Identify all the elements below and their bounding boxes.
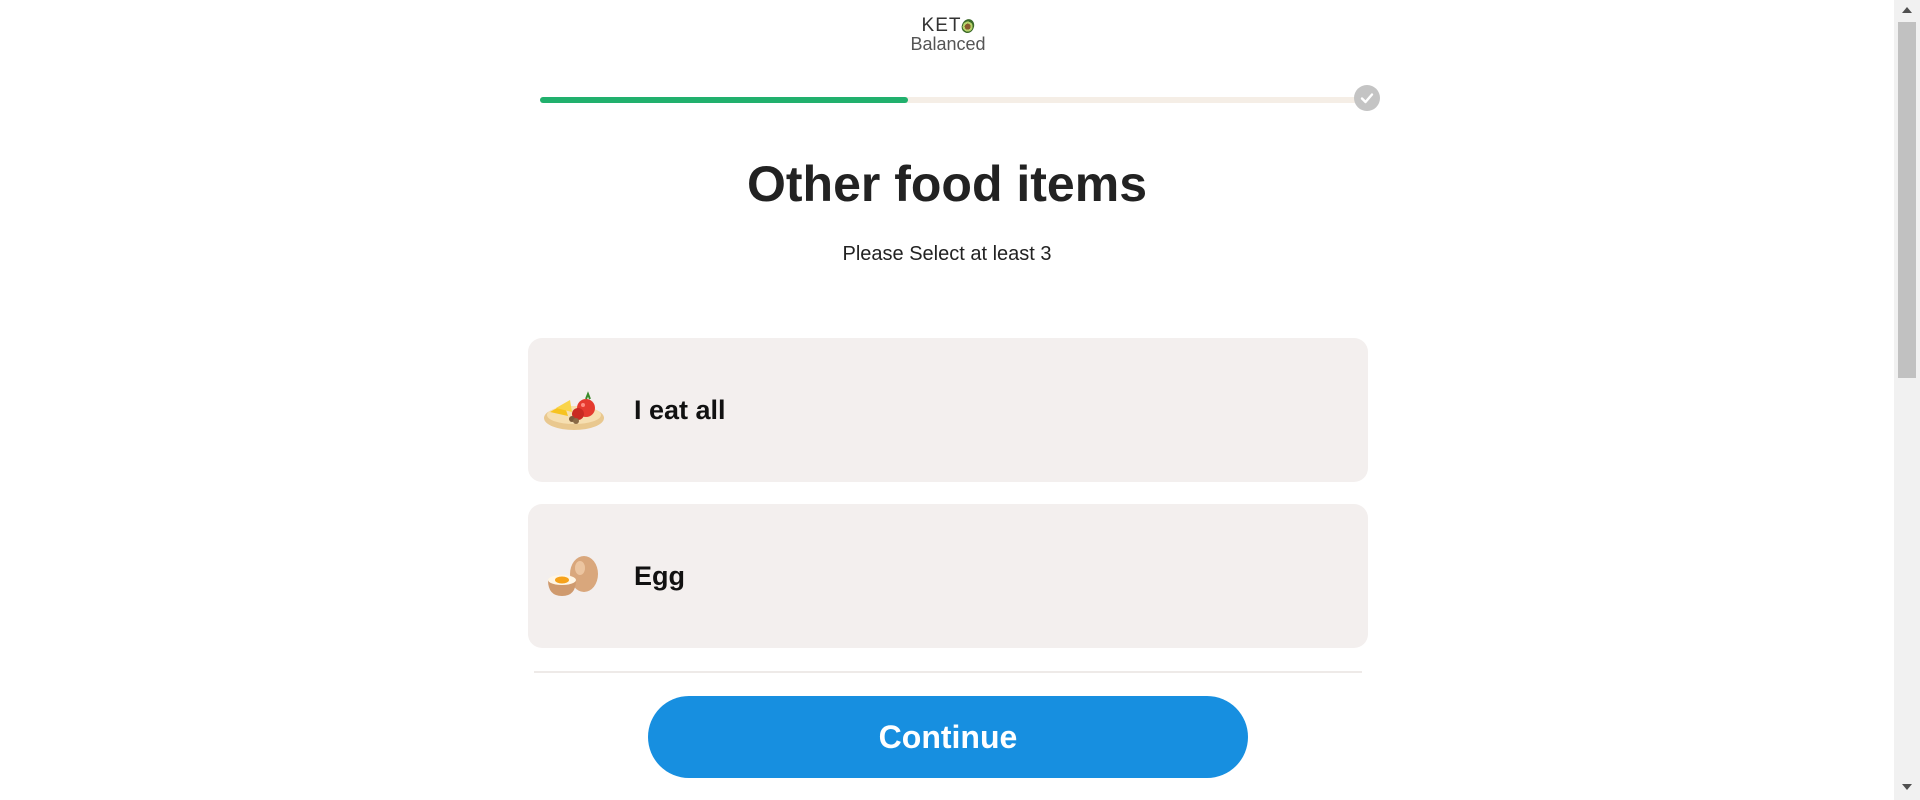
option-label: I eat all	[634, 394, 726, 425]
logo-balanced-text: Balanced	[910, 34, 986, 54]
food-options-list: I eat all Egg	[528, 338, 1368, 670]
continue-button[interactable]: Continue	[648, 696, 1248, 778]
page-subtitle: Please Select at least 3	[842, 243, 1052, 265]
checkmark-icon	[1360, 93, 1374, 104]
scroll-thumb[interactable]	[1898, 22, 1916, 378]
option-egg[interactable]: Egg	[528, 504, 1368, 648]
scroll-up-arrow-icon[interactable]	[1902, 7, 1912, 13]
keto-balanced-logo[interactable]: KET Balanced	[908, 16, 988, 56]
check-circle-icon	[1354, 85, 1380, 111]
page-scrollbar[interactable]	[1894, 0, 1920, 800]
egg-icon	[542, 544, 606, 608]
scroll-down-arrow-icon[interactable]	[1902, 784, 1912, 790]
next-option-edge	[534, 671, 1362, 673]
progress-bar	[540, 97, 1366, 103]
avocado-icon	[960, 16, 977, 35]
page-title: Other food items	[746, 156, 1148, 212]
page: KET Balanced Other food items Please Sel…	[0, 0, 1920, 800]
option-i-eat-all[interactable]: I eat all	[528, 338, 1368, 482]
option-label: Egg	[634, 560, 685, 591]
food-platter-icon	[542, 378, 606, 442]
progress-fill	[540, 97, 908, 103]
logo-keto-line: KET	[908, 16, 988, 35]
logo-keto-text: KET	[921, 15, 962, 36]
